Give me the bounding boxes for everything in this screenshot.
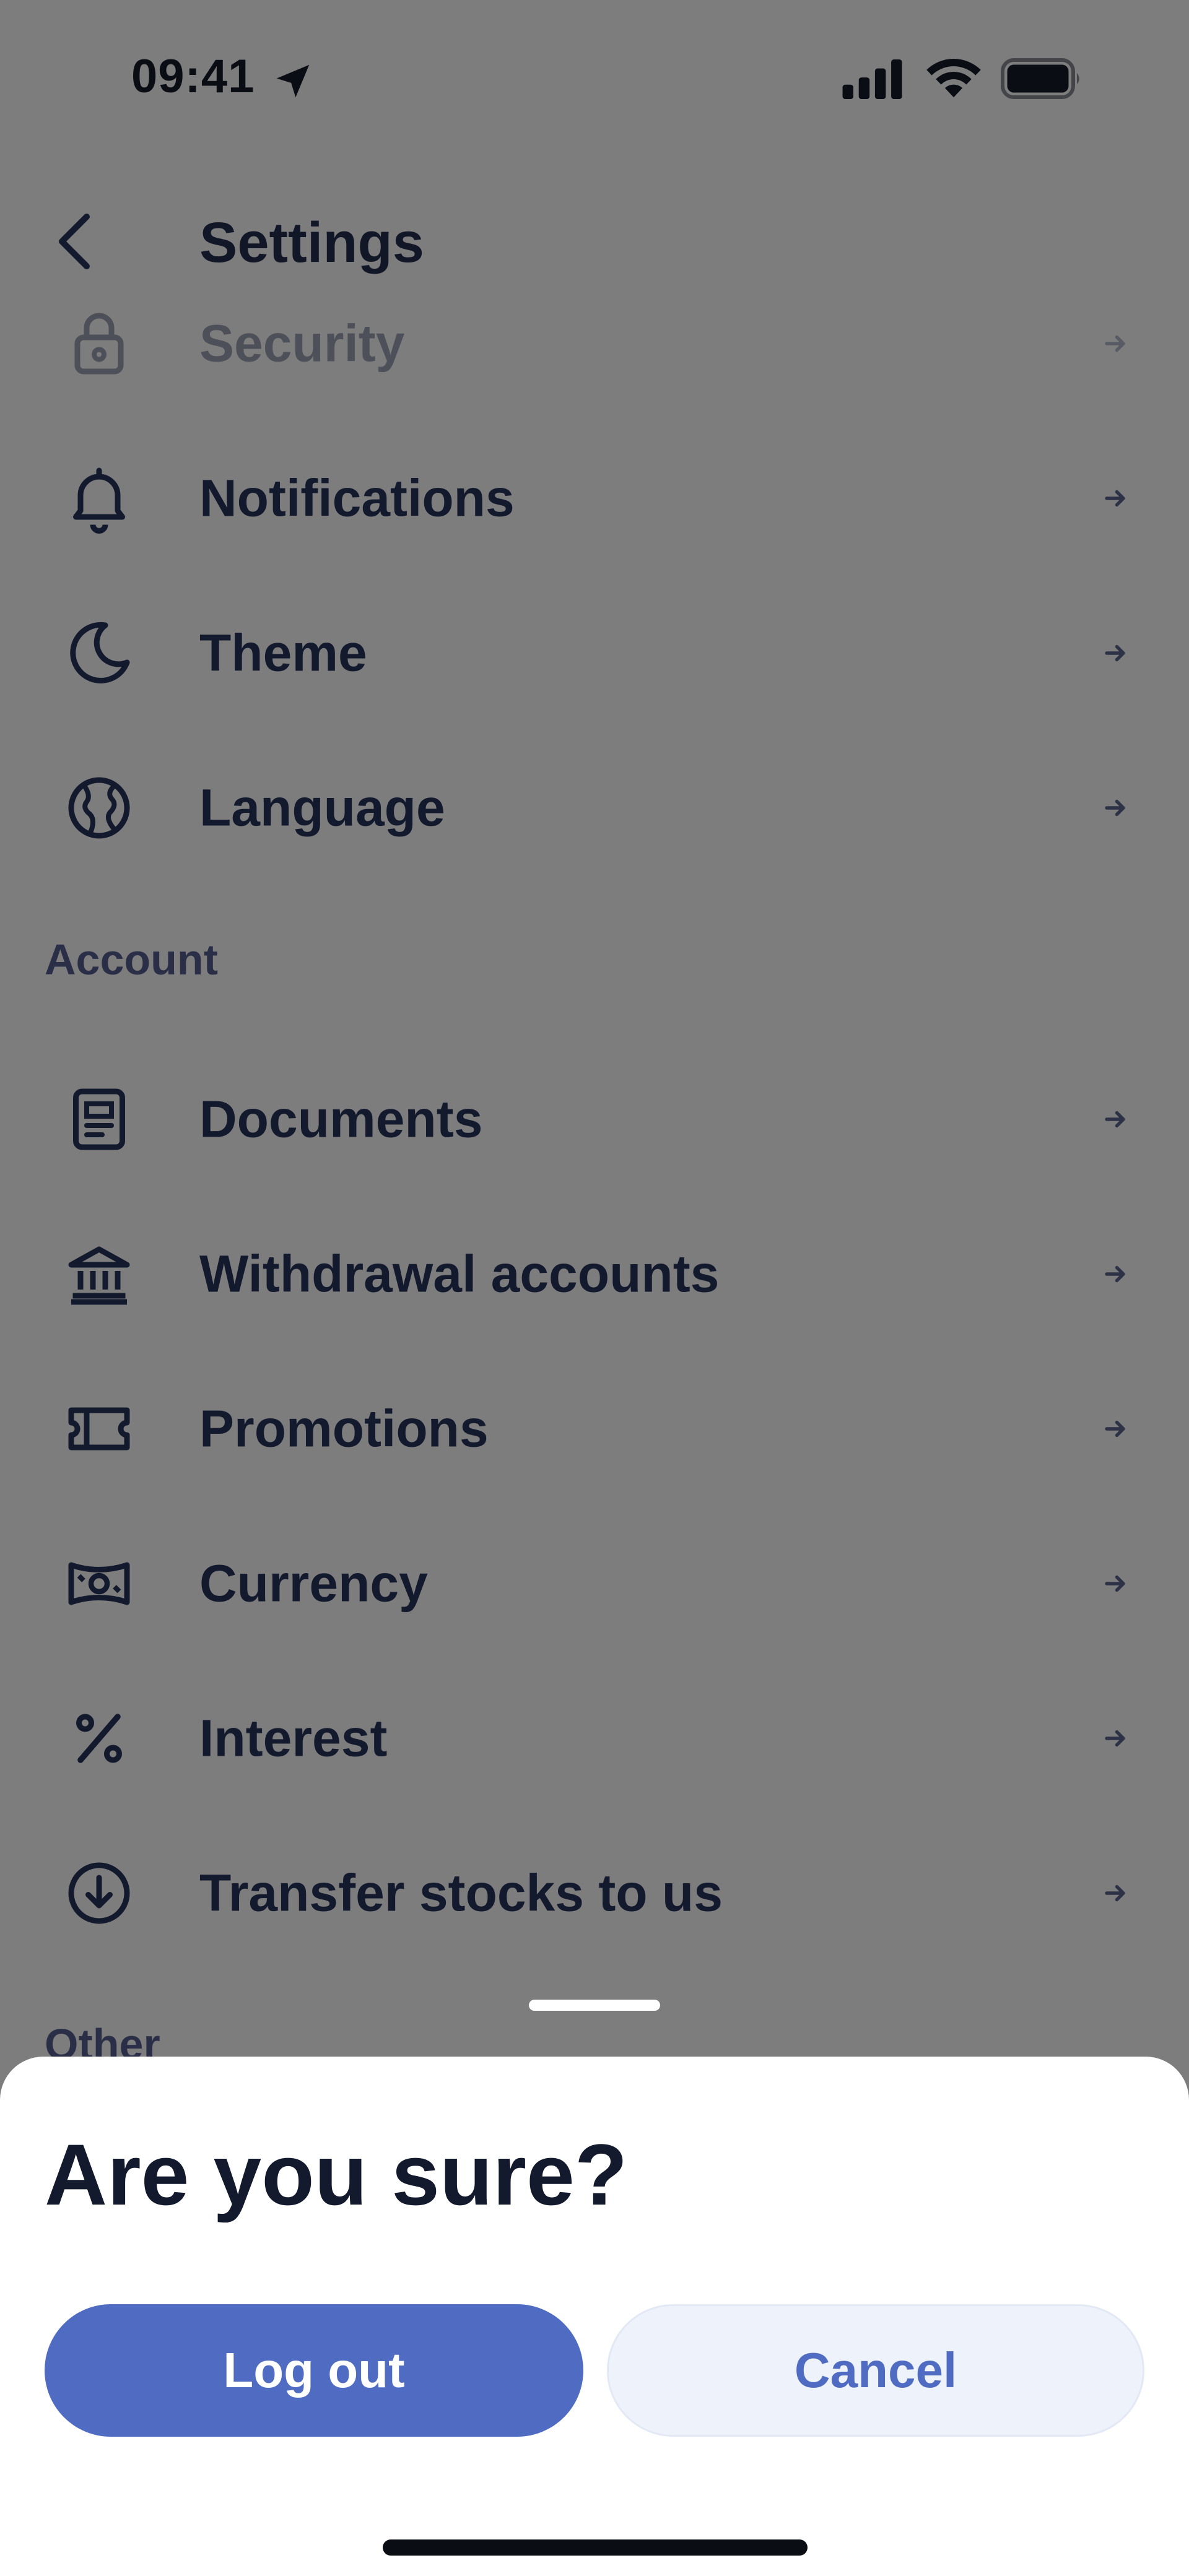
battery-icon bbox=[1001, 58, 1079, 99]
document-icon bbox=[73, 1088, 125, 1150]
section-header-account: Account bbox=[45, 935, 218, 984]
settings-item-label: Promotions bbox=[199, 1399, 489, 1458]
home-indicator bbox=[383, 2539, 808, 2556]
settings-item-label: Documents bbox=[199, 1090, 483, 1148]
settings-item-language[interactable]: Language bbox=[0, 731, 1189, 885]
status-time: 09:41 bbox=[131, 50, 255, 103]
chevron-left-icon bbox=[59, 214, 90, 269]
settings-item-notifications[interactable]: Notifications bbox=[0, 421, 1189, 576]
arrow-right-icon bbox=[1105, 1420, 1125, 1438]
settings-item-label: Interest bbox=[199, 1709, 388, 1767]
settings-item-transfer-stocks[interactable]: Transfer stocks to us bbox=[0, 1816, 1189, 1971]
wifi-icon bbox=[926, 59, 981, 98]
settings-item-promotions[interactable]: Promotions bbox=[0, 1351, 1189, 1506]
settings-item-label: Language bbox=[199, 778, 445, 837]
download-circle-icon bbox=[68, 1862, 130, 1924]
settings-item-label: Withdrawal accounts bbox=[199, 1244, 720, 1303]
cellular-signal-icon bbox=[842, 59, 902, 99]
arrow-right-icon bbox=[1105, 1575, 1125, 1592]
cancel-button[interactable]: Cancel bbox=[607, 2304, 1144, 2437]
arrow-right-icon bbox=[1105, 1884, 1125, 1902]
bank-icon bbox=[68, 1246, 130, 1305]
settings-item-label: Security bbox=[199, 314, 405, 373]
settings-item-label: Currency bbox=[199, 1554, 428, 1613]
arrow-right-icon bbox=[1105, 1730, 1125, 1747]
arrow-right-icon bbox=[1105, 490, 1125, 507]
settings-item-label: Notifications bbox=[199, 469, 515, 527]
settings-item-documents[interactable]: Documents bbox=[0, 1042, 1189, 1197]
settings-item-label: Theme bbox=[199, 623, 367, 682]
banknote-icon bbox=[68, 1562, 130, 1605]
settings-item-label: Transfer stocks to us bbox=[199, 1863, 723, 1922]
log-out-button[interactable]: Log out bbox=[45, 2304, 583, 2437]
bell-icon bbox=[73, 467, 125, 534]
percent-icon bbox=[76, 1714, 122, 1763]
arrow-right-icon bbox=[1105, 799, 1125, 817]
moon-icon bbox=[70, 622, 130, 683]
globe-icon bbox=[68, 777, 130, 839]
settings-item-currency[interactable]: Currency bbox=[0, 1506, 1189, 1661]
arrow-right-icon bbox=[1105, 335, 1125, 352]
settings-item-interest[interactable]: Interest bbox=[0, 1661, 1189, 1816]
arrow-right-icon bbox=[1105, 1265, 1125, 1283]
settings-item-security[interactable]: Security bbox=[0, 266, 1189, 421]
arrow-right-icon bbox=[1105, 1111, 1125, 1128]
location-arrow-icon bbox=[276, 64, 310, 98]
settings-item-theme[interactable]: Theme bbox=[0, 576, 1189, 731]
ticket-icon bbox=[68, 1407, 130, 1451]
dialog-title: Are you sure? bbox=[45, 2126, 628, 2223]
status-bar: 09:41 bbox=[0, 0, 1189, 161]
logout-confirmation-sheet: Are you sure? Log out Cancel bbox=[0, 2057, 1189, 2576]
arrow-right-icon bbox=[1105, 644, 1125, 662]
sheet-drag-handle[interactable] bbox=[529, 2000, 660, 2011]
lock-icon bbox=[74, 313, 124, 375]
settings-item-withdrawal-accounts[interactable]: Withdrawal accounts bbox=[0, 1197, 1189, 1351]
